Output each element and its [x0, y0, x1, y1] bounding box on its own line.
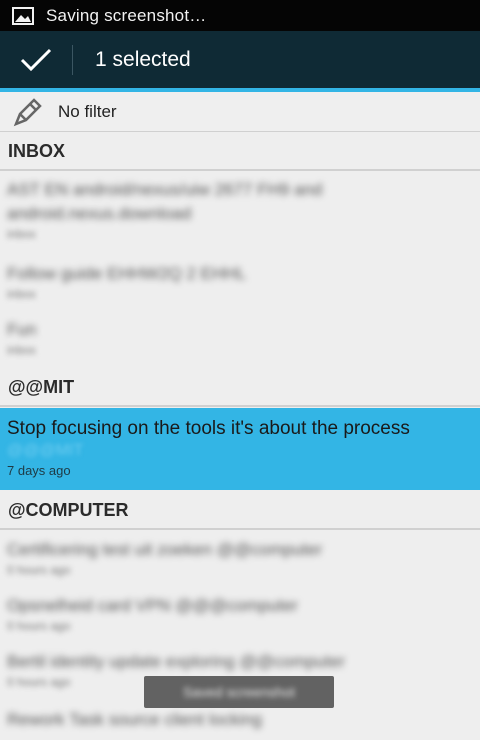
status-text: Saving screenshot… — [46, 5, 207, 25]
item-title: AST EN android/nexus/uiw 2677 FH9 and — [7, 180, 323, 199]
item-title: Opsnelheid card VPN @@@computer — [7, 596, 298, 615]
item-title: Stop focusing on the tools it's about th… — [7, 418, 410, 439]
filter-row[interactable]: No filter — [0, 92, 480, 132]
action-bar: 1 selected — [0, 31, 480, 88]
section-header-mit: @@MIT — [0, 369, 480, 407]
item-age: 7 days ago — [7, 463, 71, 478]
section-header-computer: @COMPUTER — [0, 492, 480, 530]
list-item[interactable]: Rework Task source client locking — [0, 708, 480, 732]
done-button[interactable] — [0, 31, 72, 88]
item-meta: inbox — [7, 343, 36, 357]
item-title: Rework Task source client locking — [7, 710, 262, 729]
selection-count: 1 selected — [95, 47, 191, 71]
filter-label: No filter — [58, 101, 117, 121]
status-bar: Saving screenshot… — [0, 0, 480, 31]
item-meta: inbox — [7, 287, 36, 301]
list-item[interactable]: Opsnelheid card VPN @@@computer 0 hours … — [0, 594, 480, 634]
list-item[interactable]: Certificering test uit zoeken @@computer… — [0, 538, 480, 578]
check-icon — [20, 48, 52, 71]
section-header-inbox: INBOX — [0, 133, 480, 171]
pencil-tag-icon — [13, 97, 42, 126]
list-item[interactable]: Follow guide EHHW2Q 2 EHHL inbox — [0, 262, 480, 302]
item-title: Certificering test uit zoeken @@computer — [7, 540, 323, 559]
list-item[interactable]: Fun inbox — [0, 318, 480, 358]
item-title: Bertil identity update exploring @@compu… — [7, 652, 345, 671]
item-meta: inbox — [7, 227, 36, 241]
item-title-continued: android.nexus.download — [7, 204, 192, 223]
item-title: Fun — [7, 320, 37, 339]
list-item[interactable]: AST EN android/nexus/uiw 2677 FH9 and an… — [0, 178, 480, 242]
item-meta: 0 hours ago — [7, 563, 71, 577]
toast-message: Saved screenshot — [144, 676, 334, 708]
toast-text: Saved screenshot — [182, 684, 296, 700]
item-title: Follow guide EHHW2Q 2 EHHL — [7, 264, 247, 283]
selected-list-item[interactable]: Stop focusing on the tools it's about th… — [0, 408, 480, 490]
item-context: @@@MIT — [7, 442, 84, 459]
image-icon — [12, 6, 34, 25]
item-meta: 0 hours ago — [7, 619, 71, 633]
